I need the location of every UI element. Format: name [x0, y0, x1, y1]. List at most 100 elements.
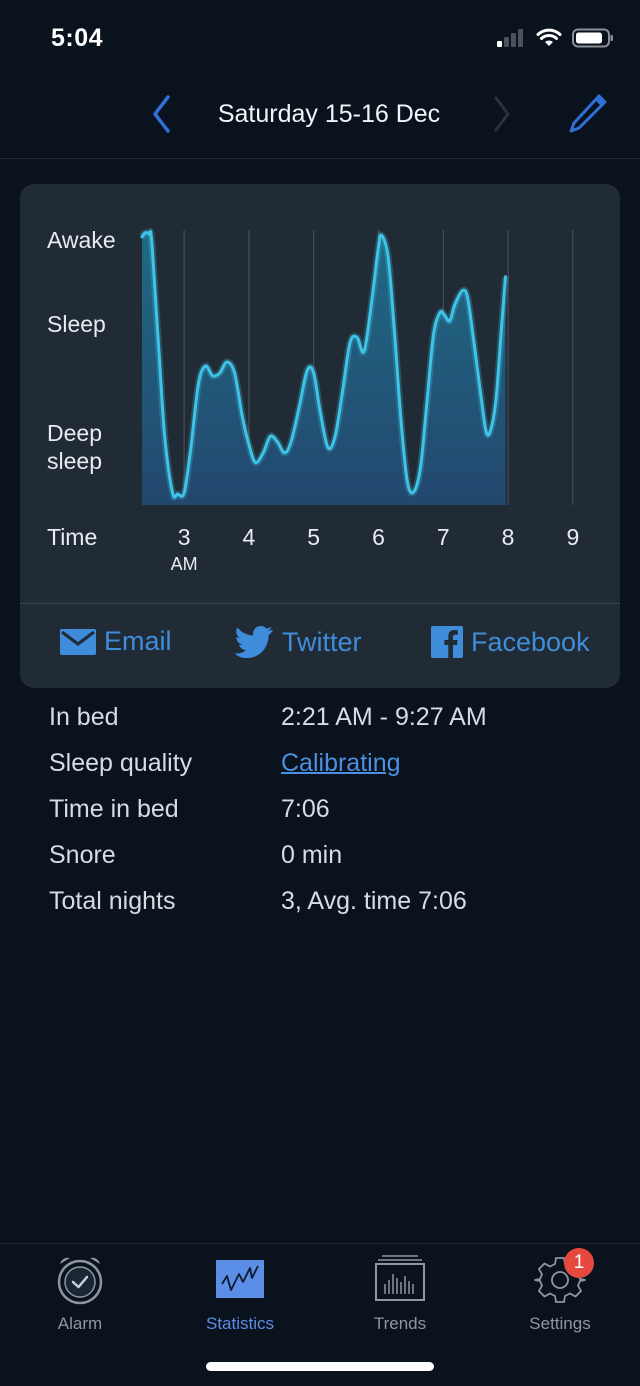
data-point [474, 345, 476, 347]
stat-label: Time in bed [49, 795, 179, 823]
data-point [349, 342, 351, 344]
share-email-button[interactable]: Email [60, 626, 172, 657]
stat-row-sleep-quality: Sleep quality Calibrating [49, 749, 609, 795]
trends-bars-icon [370, 1254, 430, 1306]
x-tick-sublabel: AM [170, 554, 198, 574]
stat-label: In bed [49, 703, 119, 731]
tab-label: Settings [529, 1314, 591, 1333]
share-twitter-button[interactable]: Twitter [234, 626, 362, 658]
share-facebook-button[interactable]: Facebook [431, 626, 590, 658]
share-row: Email Twitter Facebook [20, 604, 620, 688]
data-point [356, 336, 358, 338]
stat-label: Snore [49, 841, 116, 869]
sleep-quality-link[interactable]: Calibrating [281, 749, 401, 778]
x-axis-title: Time [47, 524, 98, 550]
stat-value: 2:21 AM - 9:27 AM [281, 703, 487, 731]
share-facebook-label: Facebook [471, 626, 590, 657]
data-point [387, 257, 389, 259]
data-point [172, 492, 174, 494]
pencil-icon [569, 94, 607, 133]
facebook-icon [431, 626, 463, 658]
data-point [334, 435, 336, 437]
status-bar: 5:04 [0, 0, 640, 80]
data-point [449, 320, 451, 322]
wifi-icon [536, 28, 562, 46]
data-point [212, 375, 214, 377]
tab-label: Alarm [57, 1314, 103, 1333]
data-point [501, 325, 503, 327]
stat-row-total-nights: Total nights 3, Avg. time 7:06 [49, 887, 609, 933]
data-point [426, 400, 428, 402]
y-label-awake: Awake [47, 227, 116, 253]
stat-row-time-in-bed: Time in bed 7:06 [49, 795, 609, 841]
share-twitter-label: Twitter [282, 626, 362, 657]
data-point [454, 303, 456, 305]
data-point [262, 452, 264, 454]
tab-trends[interactable]: Trends [340, 1254, 460, 1334]
data-point [248, 444, 250, 446]
sleep-chart-card: Awake Sleep Deep sleep Time 3 AM 4 5 6 7 8 9 Em… [20, 184, 620, 688]
cellular-signal-icon [497, 29, 523, 47]
data-point [141, 236, 143, 238]
alarm-clock-icon [50, 1254, 110, 1306]
battery-icon [572, 28, 613, 48]
data-point [462, 290, 464, 292]
data-point [400, 422, 402, 424]
data-point [299, 405, 301, 407]
data-point [205, 365, 207, 367]
chevron-right-icon [494, 96, 510, 132]
data-point [284, 452, 286, 454]
data-point [319, 411, 321, 413]
x-tick-label: 3 [177, 524, 191, 550]
data-point [144, 232, 146, 234]
y-label-deep-sleep: Deep sleep [47, 420, 102, 474]
stat-value: 3, Avg. time 7:06 [281, 887, 467, 915]
stat-row-snore: Snore 0 min [49, 841, 609, 887]
status-icons [496, 28, 614, 48]
data-point [290, 441, 292, 443]
data-point [242, 416, 244, 418]
data-point [177, 493, 179, 495]
x-tick-label: 9 [566, 524, 580, 550]
data-point [164, 435, 166, 437]
edit-button[interactable] [566, 92, 610, 136]
data-point [505, 276, 507, 278]
data-point [480, 394, 482, 396]
data-point [496, 394, 498, 396]
data-point [433, 334, 435, 336]
tab-statistics[interactable]: Statistics [180, 1254, 300, 1334]
x-tick-label: 6 [372, 524, 385, 550]
y-label-sleep: Sleep [47, 311, 106, 337]
tab-alarm[interactable]: Alarm [20, 1254, 140, 1334]
x-tick-label: 5 [307, 524, 321, 550]
twitter-bird-icon [234, 626, 273, 658]
data-point [413, 490, 415, 492]
data-point [306, 369, 308, 371]
date-navigation-header: Saturday 15-16 Dec [0, 80, 640, 159]
data-point [407, 482, 409, 484]
next-day-button[interactable] [488, 94, 518, 134]
data-point [363, 350, 365, 352]
data-point [342, 389, 344, 391]
tab-settings[interactable]: 1 Settings [500, 1248, 620, 1334]
data-point [420, 466, 422, 468]
data-point [157, 339, 159, 341]
data-point [313, 372, 315, 374]
sleep-stats-list: In bed 2:21 AM - 9:27 AM Sleep quality C… [49, 703, 609, 933]
statistics-chart-icon [210, 1254, 270, 1306]
data-point [378, 246, 380, 248]
data-point [371, 298, 373, 300]
page-title: Saturday 15-16 Dec [217, 100, 441, 128]
data-point [467, 298, 469, 300]
data-point [183, 492, 185, 494]
data-point [327, 446, 329, 448]
settings-badge: 1 [564, 1248, 594, 1278]
data-point [394, 334, 396, 336]
data-point [486, 433, 488, 435]
home-indicator [206, 1362, 434, 1371]
stat-value: 7:06 [281, 795, 330, 823]
envelope-icon [60, 628, 96, 655]
data-point [439, 312, 441, 314]
stat-row-in-bed: In bed 2:21 AM - 9:27 AM [49, 703, 609, 749]
data-point [277, 441, 279, 443]
